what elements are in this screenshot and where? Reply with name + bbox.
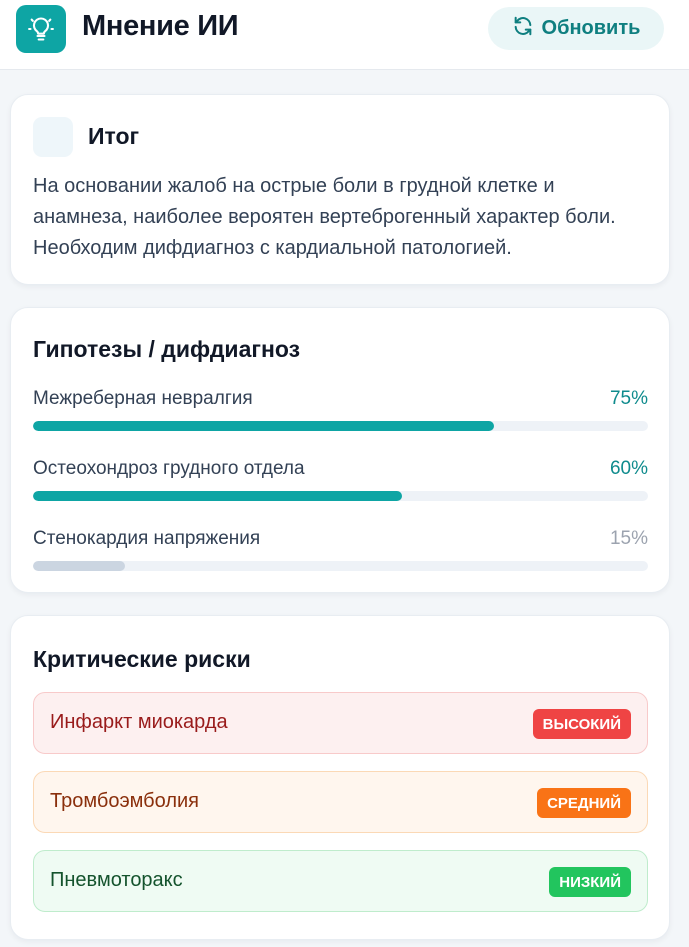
hypothesis-bar-fill [33,561,126,571]
summary-card: Итог На основании жалоб на острые боли в… [10,94,670,285]
summary-text: На основании жалоб на острые боли в груд… [33,175,616,259]
hypothesis-percent: 60% [609,458,648,479]
hypothesis-bar-fill [33,491,402,501]
refresh-button[interactable]: Обновить [488,7,664,50]
risks-title: Критические риски [33,646,251,672]
hypotheses-title: Гипотезы / дифдиагноз [33,336,301,362]
summary-title: Итог [88,123,140,149]
hypothesis-item: Остеохондроз грудного отдела 60% [33,458,648,528]
risk-level-badge: НИЗКИЙ [549,867,631,897]
summary-icon [33,117,73,157]
hypothesis-percent: 75% [609,388,648,409]
hypothesis-percent: 15% [609,528,648,549]
hypotheses-list: Межреберная невралгия 75% Остеохондроз г… [33,388,648,598]
risk-level-badge: СРЕДНИЙ [537,788,631,818]
hypothesis-label: Остеохондроз грудного отдела [33,458,305,479]
risk-level-badge: ВЫСОКИЙ [532,709,631,739]
risk-item: Пневмоторакс НИЗКИЙ [33,850,648,912]
page-title: Мнение ИИ [82,10,239,42]
risk-item: Тромбоэмболия СРЕДНИЙ [33,771,648,833]
refresh-icon [512,15,534,43]
risk-label: Инфаркт миокарда [50,711,228,733]
risk-label: Пневмоторакс [50,869,183,891]
risks-list: Инфаркт миокарда ВЫСОКИЙ Тромбоэмболия С… [33,692,648,929]
hypothesis-bar [33,491,648,501]
hypothesis-item: Межреберная невралгия 75% [33,388,648,458]
risks-card: Критические риски Инфаркт миокарда ВЫСОК… [10,615,670,940]
hypotheses-card: Гипотезы / дифдиагноз Межреберная неврал… [10,307,670,593]
hypothesis-bar-fill [33,421,495,431]
hypothesis-label: Стенокардия напряжения [33,528,261,549]
hypothesis-bar [33,421,648,431]
refresh-label: Обновить [541,17,641,39]
hypothesis-label: Межреберная невралгия [33,388,253,409]
risk-item: Инфаркт миокарда ВЫСОКИЙ [33,692,648,754]
hypothesis-bar [33,561,648,571]
header-bar: Мнение ИИ Обновить [0,0,689,70]
lightbulb-icon [16,5,66,53]
risk-label: Тромбоэмболия [50,790,199,812]
hypothesis-item: Стенокардия напряжения 15% [33,528,648,598]
